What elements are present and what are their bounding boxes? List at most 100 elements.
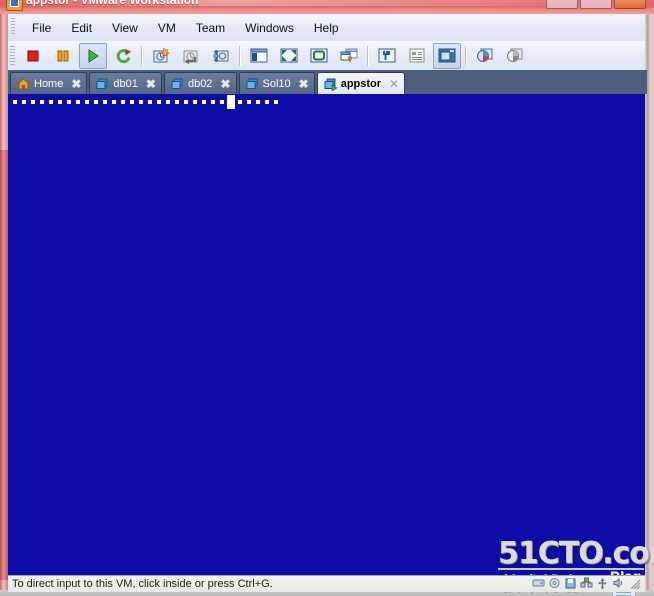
vm-tab-bar: Home ✖ db01 ✖ db02 ✖ Sol10 ✖ appstor ✕ (8, 70, 647, 94)
revert-snapshot-button[interactable] (177, 43, 205, 69)
usb-icon[interactable] (596, 577, 609, 589)
power-off-button[interactable] (19, 43, 47, 69)
floppy-icon[interactable] (564, 577, 577, 589)
toolbar: ! (8, 41, 645, 71)
tab-db01[interactable]: db01 ✖ (89, 72, 162, 94)
menu-bar: File Edit View VM Team Windows Help (8, 14, 645, 42)
boot-dot (157, 100, 161, 104)
reset-button[interactable] (109, 43, 137, 69)
menu-view[interactable]: View (102, 19, 148, 37)
boot-dot (40, 100, 44, 104)
snapshot-manager-button[interactable] (207, 43, 235, 69)
boot-dot (31, 100, 35, 104)
tab-close-button[interactable]: ✕ (389, 78, 399, 90)
vm-running-icon (324, 78, 338, 92)
toolbar-grip[interactable] (10, 45, 15, 66)
text-cursor (227, 95, 235, 109)
reset-icon (115, 48, 132, 64)
snapshot-manager-icon (212, 48, 230, 64)
status-message: To direct input to this VM, click inside… (12, 578, 273, 590)
pie-gray-icon (506, 48, 524, 63)
fullscreen-button[interactable] (275, 43, 303, 69)
menu-edit[interactable]: Edit (61, 19, 102, 37)
menu-items: File Edit View VM Team Windows Help (22, 14, 349, 41)
menu-bar-grip[interactable] (11, 18, 15, 36)
tab-db02[interactable]: db02 ✖ (163, 72, 237, 94)
clone-button[interactable] (471, 43, 499, 69)
show-sidebar-button[interactable] (245, 43, 273, 69)
boot-dot (49, 100, 53, 104)
tab-label: db01 (113, 77, 138, 90)
unity-button[interactable]: ! (335, 43, 363, 69)
boot-dot (85, 100, 89, 104)
boot-dot (130, 100, 134, 104)
boot-dot (193, 100, 197, 104)
menu-vm[interactable]: VM (148, 19, 186, 37)
tab-sol10[interactable]: Sol10 ✖ (238, 72, 315, 94)
network-icon[interactable] (580, 577, 593, 589)
toolbar-separator (239, 45, 241, 66)
boot-dot (274, 100, 278, 104)
boot-dot (139, 100, 143, 104)
harddisk-icon[interactable] (532, 577, 545, 589)
toolbar-separator (367, 45, 369, 66)
play-icon (85, 48, 101, 64)
boot-dot (202, 100, 206, 104)
snapshot-new-icon (152, 47, 170, 64)
tab-label: db02 (187, 77, 213, 90)
home-icon (16, 77, 31, 90)
tab-label: Sol10 (262, 77, 291, 90)
tab-close-button[interactable]: ✖ (71, 78, 81, 90)
menu-file[interactable]: File (22, 19, 61, 37)
title-bar[interactable]: appstor - VMware Workstation (0, 0, 654, 14)
quick-switch-button[interactable] (305, 43, 333, 69)
boot-dot (121, 100, 125, 104)
fullscreen-icon (280, 48, 298, 63)
menu-help[interactable]: Help (304, 19, 349, 37)
summary-view-button[interactable] (403, 43, 431, 69)
tab-label: Home (34, 77, 64, 90)
unity-icon: ! (340, 48, 358, 63)
pause-icon (55, 48, 71, 64)
svg-text:!: ! (349, 57, 350, 63)
window-frame-left-lower (0, 150, 8, 580)
take-snapshot-button[interactable] (147, 43, 175, 69)
quick-switch-icon (310, 48, 328, 63)
boot-dot (94, 100, 98, 104)
boot-dot (247, 100, 251, 104)
tab-close-button[interactable]: ✖ (220, 78, 230, 90)
menu-windows[interactable]: Windows (235, 19, 304, 37)
boot-progress-dots (13, 100, 283, 104)
cdrom-icon[interactable] (548, 577, 561, 589)
boot-dot (148, 100, 152, 104)
toolbar-separator (141, 45, 143, 66)
menu-team[interactable]: Team (186, 19, 235, 37)
boot-dot (256, 100, 260, 104)
console-view-button[interactable] (433, 42, 461, 69)
boot-dot (112, 100, 116, 104)
tab-label: appstor (340, 77, 382, 90)
tab-appstor[interactable]: appstor ✕ (316, 72, 406, 94)
suspend-button[interactable] (49, 43, 77, 69)
tab-close-button[interactable]: ✖ (146, 78, 156, 90)
boot-dot (103, 100, 107, 104)
tab-close-button[interactable]: ✖ (299, 78, 309, 90)
power-on-button[interactable] (79, 42, 107, 69)
appliance-button[interactable] (501, 43, 529, 69)
vm-icon (171, 78, 184, 90)
vm-settings-button[interactable] (373, 43, 401, 69)
resize-grip-icon[interactable] (628, 577, 641, 589)
wrench-icon (378, 48, 396, 63)
pie-red-icon (476, 48, 494, 63)
boot-dot (211, 100, 215, 104)
close-button[interactable] (614, 0, 646, 9)
minimize-button[interactable] (546, 0, 578, 9)
boot-dot (22, 100, 26, 104)
status-bar: To direct input to this VM, click inside… (8, 575, 645, 592)
tab-home[interactable]: Home ✖ (10, 72, 88, 94)
boot-dot (58, 100, 62, 104)
vm-console-screen[interactable]: ZFS Open Storage Platform (8, 94, 645, 575)
sound-icon[interactable] (612, 577, 625, 589)
maximize-button[interactable] (580, 0, 612, 9)
vmware-workstation-window: appstor - VMware Workstation File Edit V… (0, 0, 654, 596)
